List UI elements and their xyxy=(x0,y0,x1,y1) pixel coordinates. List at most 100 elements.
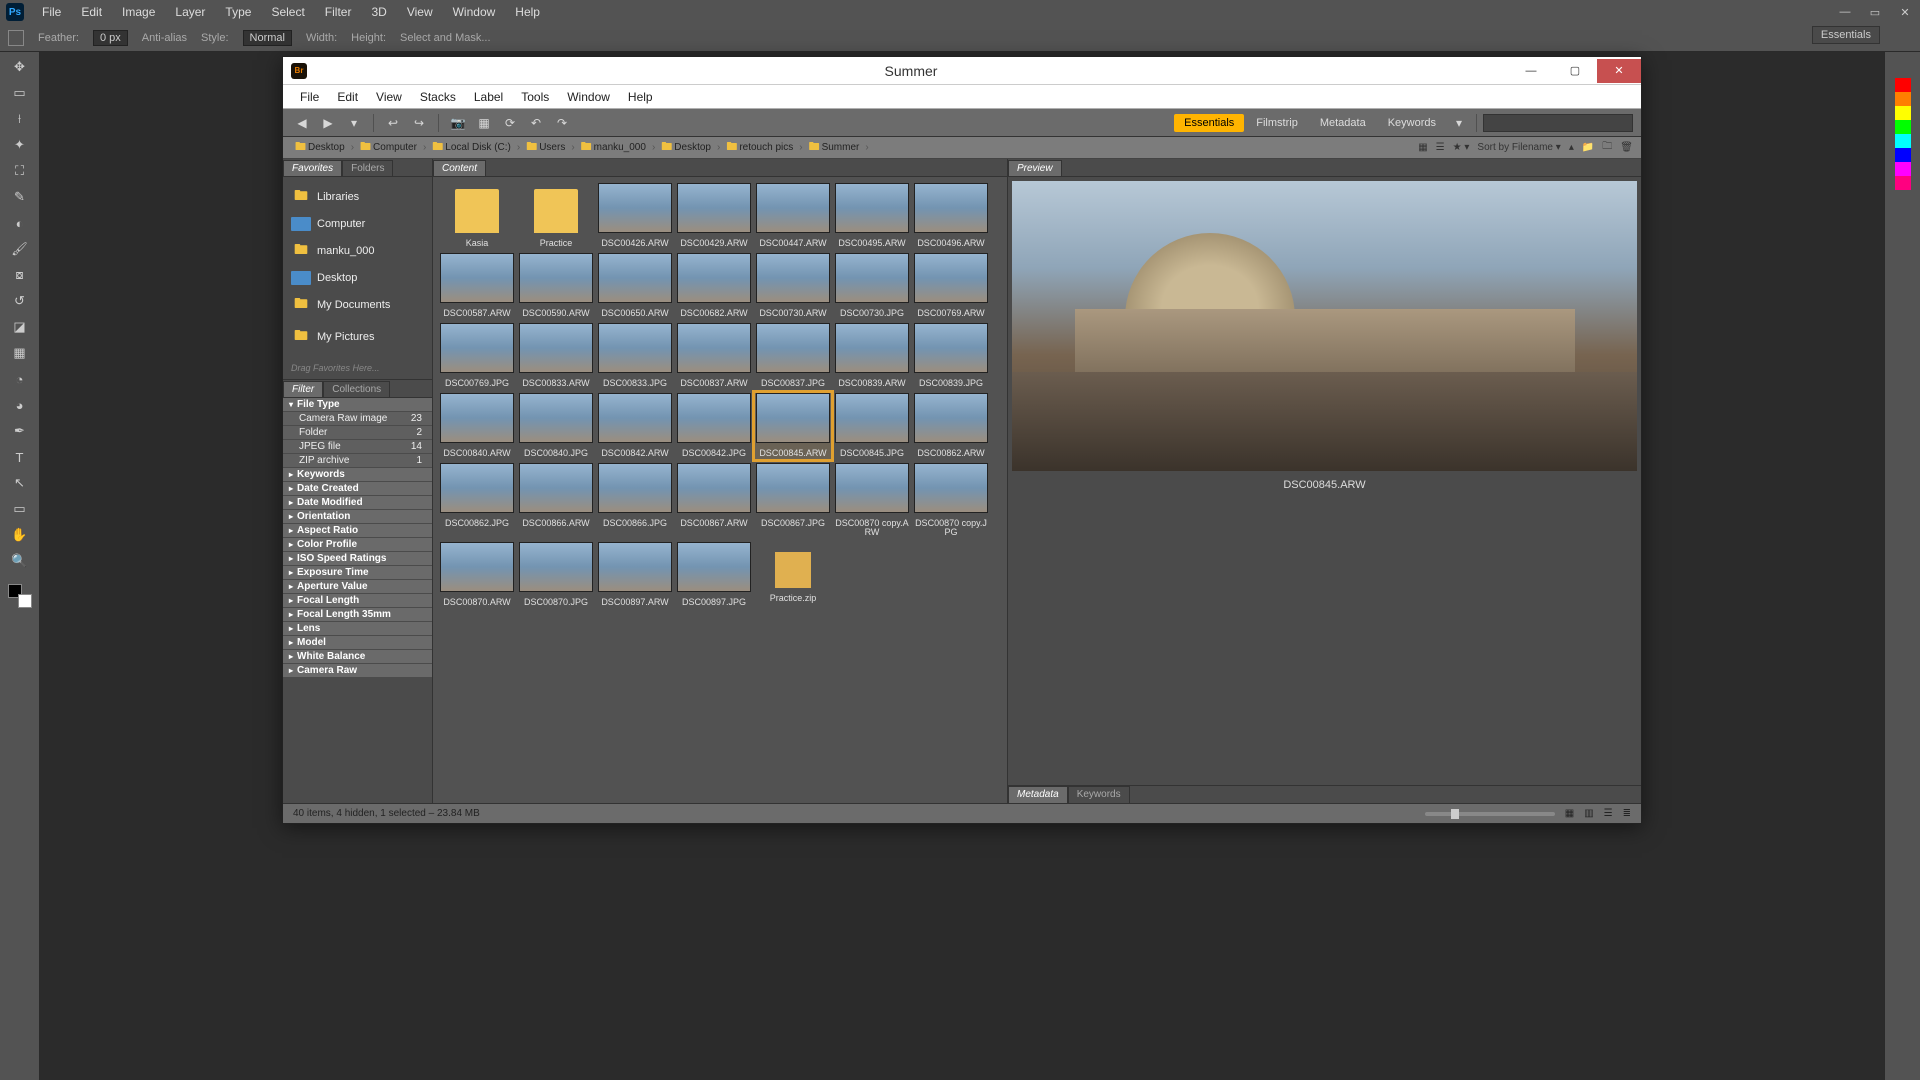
thumbnail-cell[interactable]: DSC00840.JPG xyxy=(518,393,594,459)
filter-group-date-created[interactable]: Date Created xyxy=(283,482,432,496)
bridge-menu-help[interactable]: Help xyxy=(619,90,662,104)
gradient-tool-icon[interactable]: ▦ xyxy=(8,342,32,364)
reveal-icon[interactable]: ↪ xyxy=(408,112,430,134)
sidebar-item-desktop[interactable]: Desktop xyxy=(283,267,432,289)
tab-favorites[interactable]: Favorites xyxy=(283,160,342,176)
open-recent-icon[interactable]: 🗀 xyxy=(1602,139,1612,156)
workspace-filmstrip-button[interactable]: Filmstrip xyxy=(1246,114,1308,132)
style-select[interactable]: Normal xyxy=(243,30,292,46)
thumbnail-cell[interactable]: DSC00837.JPG xyxy=(755,323,831,389)
move-tool-icon[interactable]: ✥ xyxy=(8,56,32,78)
tab-preview[interactable]: Preview xyxy=(1008,160,1062,176)
thumbnail-cell[interactable]: Practice xyxy=(518,183,594,249)
pen-tool-icon[interactable]: ✒ xyxy=(8,420,32,442)
thumbnail-size-slider[interactable] xyxy=(1425,812,1555,816)
crop-tool-icon[interactable]: ⛶ xyxy=(8,160,32,182)
breadcrumb-computer[interactable]: 🖿 Computer xyxy=(356,138,421,157)
filter-group-model[interactable]: Model xyxy=(283,636,432,650)
bridge-close-button[interactable]: ✕ xyxy=(1597,59,1641,83)
lasso-tool-icon[interactable]: ⟊ xyxy=(8,108,32,130)
select-mask-button[interactable]: Select and Mask... xyxy=(400,32,491,44)
thumbnail-cell[interactable]: DSC00429.ARW xyxy=(676,183,752,249)
output-icon[interactable]: ⟳ xyxy=(499,112,521,134)
zoom-tool-icon[interactable]: 🔍 xyxy=(8,550,32,572)
type-tool-icon[interactable]: T xyxy=(8,446,32,468)
breadcrumb-retouch-pics[interactable]: 🖿 retouch pics xyxy=(722,138,797,157)
workspace-metadata-button[interactable]: Metadata xyxy=(1310,114,1376,132)
thumbnail-cell[interactable]: DSC00587.ARW xyxy=(439,253,515,319)
eyedropper-tool-icon[interactable]: ✎ xyxy=(8,186,32,208)
ps-menu-view[interactable]: View xyxy=(397,0,443,24)
dodge-tool-icon[interactable]: ◕ xyxy=(8,394,32,416)
bridge-minimize-button[interactable]: — xyxy=(1509,59,1553,83)
thumbnail-cell[interactable]: DSC00870 copy.JPG xyxy=(913,463,989,539)
rotate-ccw-icon[interactable]: ↶ xyxy=(525,112,547,134)
new-folder-icon[interactable]: 📁 xyxy=(1582,142,1594,153)
thumbnail-cell[interactable]: DSC00842.JPG xyxy=(676,393,752,459)
search-input[interactable] xyxy=(1483,114,1633,132)
recent-dropdown-icon[interactable]: ▾ xyxy=(343,112,365,134)
filter-group-aperture-value[interactable]: Aperture Value xyxy=(283,580,432,594)
view-grid-icon[interactable]: ▦ xyxy=(1565,808,1574,819)
filter-group-focal-length-35mm[interactable]: Focal Length 35mm xyxy=(283,608,432,622)
breadcrumb-manku-000[interactable]: 🖿 manku_000 xyxy=(577,138,650,157)
sidebar-item-my-documents[interactable]: 🖿My Documents xyxy=(283,289,432,321)
ps-menu-image[interactable]: Image xyxy=(112,0,165,24)
shape-tool-icon[interactable]: ▭ xyxy=(8,498,32,520)
ps-menu-type[interactable]: Type xyxy=(215,0,261,24)
ps-minimize-button[interactable]: — xyxy=(1830,6,1860,19)
ps-menu-select[interactable]: Select xyxy=(261,0,314,24)
thumbnail-cell[interactable]: DSC00870.JPG xyxy=(518,542,594,608)
filter-group-aspect-ratio[interactable]: Aspect Ratio xyxy=(283,524,432,538)
workspace-essentials-button[interactable]: Essentials xyxy=(1174,114,1244,132)
filter-row[interactable]: ZIP archive1 xyxy=(283,454,432,468)
trash-icon[interactable]: 🗑 xyxy=(1620,142,1633,153)
thumbnail-cell[interactable]: DSC00862.ARW xyxy=(913,393,989,459)
filter-group-white-balance[interactable]: White Balance xyxy=(283,650,432,664)
ps-menu-filter[interactable]: Filter xyxy=(315,0,362,24)
bridge-maximize-button[interactable]: ▢ xyxy=(1553,59,1597,83)
filter-group-camera-raw[interactable]: Camera Raw xyxy=(283,664,432,678)
antialias-checkbox[interactable]: Anti-alias xyxy=(142,32,187,44)
thumbnail-cell[interactable]: DSC00833.ARW xyxy=(518,323,594,389)
thumbnail-cell[interactable]: DSC00837.ARW xyxy=(676,323,752,389)
filter-group-iso-speed-ratings[interactable]: ISO Speed Ratings xyxy=(283,552,432,566)
refine-icon[interactable]: ▦ xyxy=(473,112,495,134)
sidebar-item-my-pictures[interactable]: 🖿My Pictures xyxy=(283,321,432,353)
tab-folders[interactable]: Folders xyxy=(342,160,393,176)
ps-menu-file[interactable]: File xyxy=(32,0,71,24)
sort-asc-icon[interactable]: ▴ xyxy=(1569,142,1574,153)
ps-menu-layer[interactable]: Layer xyxy=(165,0,215,24)
thumbnail-cell[interactable]: DSC00866.JPG xyxy=(597,463,673,539)
thumbnail-cell[interactable]: DSC00897.JPG xyxy=(676,542,752,608)
filter-row[interactable]: Camera Raw image23 xyxy=(283,412,432,426)
path-tool-icon[interactable]: ↖ xyxy=(8,472,32,494)
workspace-keywords-button[interactable]: Keywords xyxy=(1378,114,1446,132)
filter-group-file-type[interactable]: File Type xyxy=(283,398,432,412)
thumbnail-cell[interactable]: DSC00845.JPG xyxy=(834,393,910,459)
blur-tool-icon[interactable]: ◔ xyxy=(8,368,32,390)
thumbnail-cell[interactable]: DSC00867.JPG xyxy=(755,463,831,539)
thumbnail-cell[interactable]: DSC00897.ARW xyxy=(597,542,673,608)
boomerang-icon[interactable]: ↩ xyxy=(382,112,404,134)
fg-bg-color-icon[interactable] xyxy=(8,584,32,608)
hand-tool-icon[interactable]: ✋ xyxy=(8,524,32,546)
view-details-icon[interactable]: ☰ xyxy=(1436,142,1445,153)
thumbnail-cell[interactable]: DSC00862.JPG xyxy=(439,463,515,539)
thumbnail-cell[interactable]: DSC00426.ARW xyxy=(597,183,673,249)
brush-tool-icon[interactable]: 🖌 xyxy=(8,238,32,260)
ps-menu-edit[interactable]: Edit xyxy=(71,0,112,24)
filter-group-lens[interactable]: Lens xyxy=(283,622,432,636)
ps-menu-3d[interactable]: 3D xyxy=(361,0,396,24)
ps-menu-help[interactable]: Help xyxy=(505,0,550,24)
sort-dropdown[interactable]: Sort by Filename ▾ xyxy=(1477,142,1560,153)
filter-row[interactable]: Folder2 xyxy=(283,426,432,440)
filter-group-date-modified[interactable]: Date Modified xyxy=(283,496,432,510)
thumbnail-cell[interactable]: DSC00496.ARW xyxy=(913,183,989,249)
tab-metadata[interactable]: Metadata xyxy=(1008,786,1068,803)
thumbnail-cell[interactable]: DSC00842.ARW xyxy=(597,393,673,459)
bridge-menu-stacks[interactable]: Stacks xyxy=(411,90,465,104)
workspace-dropdown-icon[interactable]: ▾ xyxy=(1448,112,1470,134)
marquee-tool-icon[interactable]: ▭ xyxy=(8,82,32,104)
sidebar-item-computer[interactable]: Computer xyxy=(283,213,432,235)
